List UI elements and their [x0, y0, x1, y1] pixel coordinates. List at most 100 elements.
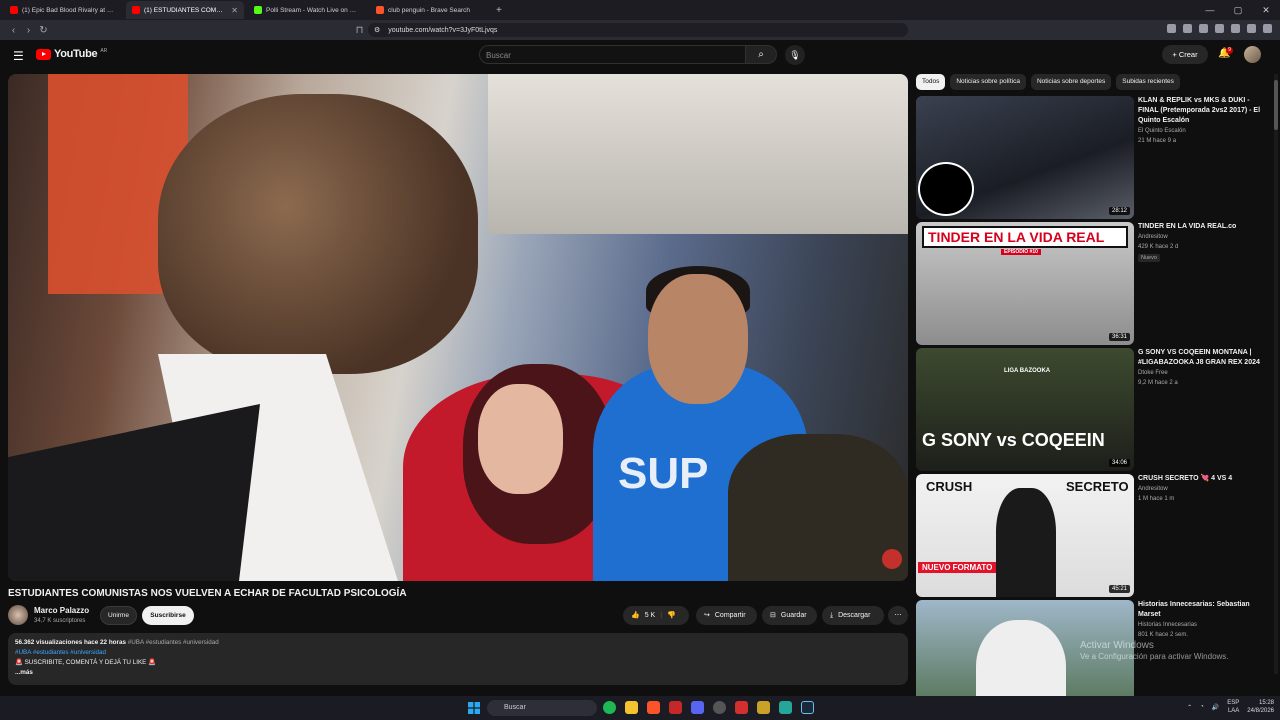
browser-tab[interactable]: Polli Stream - Watch Live on Kick — [248, 1, 366, 19]
rec-channel: Historias Innecesarias — [1138, 622, 1198, 628]
tray-chevron-icon[interactable]: ⌃ — [1187, 704, 1192, 711]
app-icon[interactable] — [713, 701, 726, 714]
extension-icon[interactable] — [1215, 24, 1224, 33]
discord-icon[interactable] — [691, 701, 704, 714]
download-button[interactable]: ⤓ Descargar — [822, 606, 884, 625]
recommendation-item[interactable]: TINDER EN LA VIDA REAL EPISODIO #10 36:3… — [916, 222, 1266, 345]
chip-sports[interactable]: Noticias sobre deportes — [1030, 74, 1112, 90]
recommendation-item[interactable]: CRUSH SECRETO NUEVO FORMATO 45:21 CRUSH … — [916, 474, 1266, 597]
more-actions-button[interactable]: ⋯ — [888, 606, 908, 625]
rec-title: G SONY VS COQEEIN MONTANA | #LIGABAZOOKA… — [1138, 349, 1260, 366]
dislike-icon[interactable]: 👎 — [667, 606, 676, 625]
person-face — [648, 274, 748, 404]
chip-recent[interactable]: Subidas recientes — [1116, 74, 1180, 90]
extension-icon[interactable] — [1231, 24, 1240, 33]
forward-icon[interactable]: › — [21, 25, 36, 36]
join-button[interactable]: Unirme — [100, 606, 137, 625]
show-more-link[interactable]: ...más — [15, 668, 901, 678]
url-text: youtube.com/watch?v=3JyF0tLjvqs — [388, 26, 498, 34]
browser-tab[interactable]: club penguin - Brave Search — [370, 1, 488, 19]
close-tab-icon[interactable]: ✕ — [231, 6, 238, 15]
taskbar-search[interactable]: Buscar — [487, 700, 597, 716]
volume-icon[interactable]: 🔊 — [1212, 704, 1219, 711]
tab-label: club penguin - Brave Search — [388, 6, 471, 14]
windows-start-icon[interactable] — [468, 702, 480, 714]
chip-politics[interactable]: Noticias sobre política — [950, 74, 1026, 90]
hamburger-menu-icon[interactable]: ☰ — [13, 49, 24, 63]
brave-favicon-icon — [376, 6, 384, 14]
recommendation-item[interactable]: LIGA BAZOOKA G SONY vs COQEEIN 34:06 G S… — [916, 348, 1266, 471]
thumbnail-title: TINDER EN LA VIDA REAL — [928, 229, 1105, 245]
save-button[interactable]: ⊟ Guardar — [762, 606, 817, 625]
like-icon[interactable]: 👍 — [631, 606, 640, 625]
bookmark-icon[interactable]: ⊓ — [352, 25, 367, 36]
search-button[interactable]: ⌕ — [745, 45, 777, 64]
extension-icon[interactable] — [1247, 24, 1256, 33]
channel-logo-icon — [918, 162, 974, 216]
steam-icon[interactable] — [801, 701, 814, 714]
brave-icon[interactable] — [647, 701, 660, 714]
network-icon[interactable]: ◔ — [1200, 704, 1204, 710]
thumbnail-person — [976, 620, 1066, 696]
thumbnail-person — [996, 488, 1056, 597]
chip-all[interactable]: Todos — [916, 74, 946, 90]
country-code: AR — [100, 48, 108, 54]
extension-icons — [1167, 24, 1272, 33]
browser-tab[interactable]: (1) Epic Bad Blood Rivalry at Power S — [4, 1, 122, 19]
reload-icon[interactable]: ↻ — [36, 25, 51, 36]
rec-channel: Dtoke Free — [1138, 370, 1168, 376]
url-field[interactable]: ⚙ youtube.com/watch?v=3JyF0tLjvqs — [368, 23, 908, 37]
description-box[interactable]: 56.362 visualizaciones hace 22 horas #UB… — [8, 633, 908, 685]
app-icon[interactable] — [669, 701, 682, 714]
app-icon[interactable] — [757, 701, 770, 714]
youtube-favicon-icon — [132, 6, 140, 14]
new-tab-icon[interactable]: + — [496, 5, 502, 16]
channel-watermark-icon[interactable] — [882, 549, 902, 569]
close-window-icon[interactable]: ✕ — [1252, 5, 1280, 16]
extension-icon[interactable] — [1183, 24, 1192, 33]
create-button[interactable]: + Crear — [1162, 45, 1208, 64]
youtube-header: ☰ YouTube AR Buscar ⌕ 🎙 + Crear 🔔 — [0, 40, 1280, 70]
like-count[interactable]: 5 K — [645, 606, 656, 625]
search-input[interactable]: Buscar — [479, 45, 746, 64]
menu-icon[interactable] — [1263, 24, 1272, 33]
clock[interactable]: 15:28 24/8/2026 — [1247, 699, 1274, 715]
video-thumbnail[interactable]: 28:12 — [916, 96, 1134, 219]
subscriber-count: 34,7 K suscriptores — [34, 618, 86, 624]
hashtag-links[interactable]: #UBA #estudiantes #universidad — [15, 648, 901, 658]
youtube-logo[interactable]: YouTube AR — [36, 48, 107, 60]
maximize-icon[interactable]: ▢ — [1224, 5, 1252, 16]
video-thumbnail[interactable]: LIGA BAZOOKA G SONY vs COQEEIN 34:06 — [916, 348, 1134, 471]
recommendation-item[interactable]: 28:12 KLAN & REPLIK vs MKS & DUKI - FINA… — [916, 96, 1266, 219]
microphone-icon: 🎙 — [789, 50, 801, 60]
minimize-icon[interactable]: — — [1196, 5, 1224, 15]
video-thumbnail[interactable]: CRUSH SECRETO NUEVO FORMATO 45:21 — [916, 474, 1134, 597]
share-button[interactable]: ↪ Compartir — [696, 606, 757, 625]
app-icon[interactable] — [735, 701, 748, 714]
subscribe-button[interactable]: Suscribirse — [142, 606, 194, 625]
video-player[interactable]: SUP — [8, 74, 908, 581]
background-wall — [488, 74, 908, 234]
channel-name[interactable]: Marco Palazzo — [34, 606, 89, 615]
file-explorer-icon[interactable] — [625, 701, 638, 714]
language-indicator[interactable]: ESP LAA — [1227, 699, 1239, 715]
duration-badge: 28:12 — [1108, 207, 1130, 215]
save-icon: ⊟ — [770, 612, 776, 619]
thumbnail-subtitle: NUEVO FORMATO — [918, 562, 997, 573]
tab-label: Polli Stream - Watch Live on Kick — [266, 6, 360, 14]
extension-icon[interactable] — [1167, 24, 1176, 33]
voice-search-button[interactable]: 🎙 — [785, 45, 805, 65]
app-icon[interactable] — [779, 701, 792, 714]
back-icon[interactable]: ‹ — [6, 25, 21, 36]
browser-tab-active[interactable]: (1) ESTUDIANTES COMUNISTAS ✕ — [126, 1, 244, 19]
thumbnail-subtitle: LIGA BAZOOKA — [1004, 368, 1051, 374]
site-info-icon[interactable]: ⚙ — [374, 26, 380, 34]
video-thumbnail[interactable]: TINDER EN LA VIDA REAL EPISODIO #10 36:3… — [916, 222, 1134, 345]
spotify-icon[interactable] — [603, 701, 616, 714]
scrollbar-thumb[interactable] — [1274, 80, 1278, 130]
create-label: Crear — [1178, 50, 1198, 59]
channel-avatar[interactable] — [8, 605, 28, 625]
extension-icon[interactable] — [1199, 24, 1208, 33]
page-scrollbar[interactable] — [1274, 74, 1278, 674]
account-avatar[interactable] — [1244, 46, 1261, 63]
